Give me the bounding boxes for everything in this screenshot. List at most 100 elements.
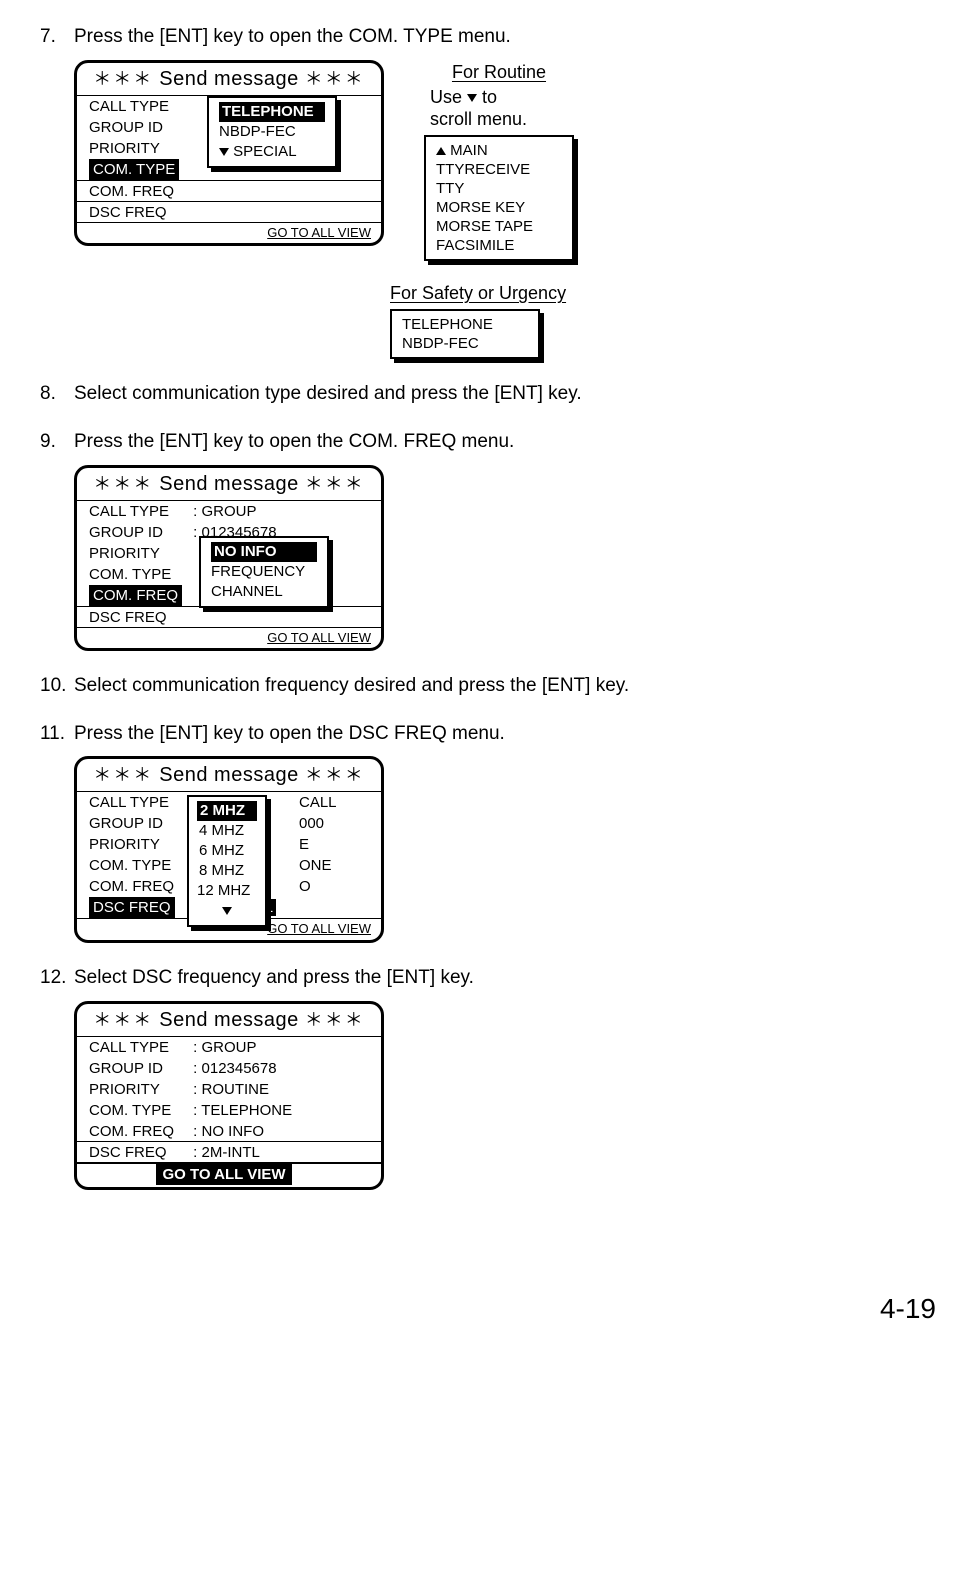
label-com-type: COM. TYPE	[89, 855, 189, 876]
panel-title: ＊＊＊ Send message ＊＊＊	[77, 1004, 381, 1034]
option-channel[interactable]: CHANNEL	[211, 582, 317, 602]
value-priority: : ROUTINE	[193, 1081, 269, 1098]
chevron-down-icon	[222, 907, 232, 915]
figure-step-11: ＊＊＊ Send message ＊＊＊ CALL TYPECALL GROUP…	[74, 756, 936, 943]
step-8: 8. Select communication type desired and…	[40, 381, 936, 407]
option-nbdp-fec[interactable]: NBDP-FEC	[219, 122, 325, 142]
lcd-summary: ＊＊＊ Send message ＊＊＊ CALL TYPE : GROUP G…	[74, 1001, 384, 1190]
label-com-freq: COM. FREQ	[89, 181, 189, 202]
label-priority: PRIORITY	[89, 543, 189, 564]
menu-main[interactable]: MAIN	[436, 141, 562, 160]
option-special[interactable]: SPECIAL	[219, 142, 325, 162]
value-com-type: : TELEPHONE	[193, 1102, 292, 1119]
scroll-note: Use to scroll menu.	[430, 86, 574, 131]
label-com-freq-selected[interactable]: COM. FREQ	[89, 585, 182, 606]
step-7: 7. Press the [ENT] key to open the COM. …	[40, 24, 936, 359]
value-dsc-freq: : 2M-INTL	[193, 1144, 260, 1161]
menu-morse-key[interactable]: MORSE KEY	[436, 198, 562, 217]
value-group-id: : 012345678	[193, 1060, 276, 1077]
step-text: Press the [ENT] key to open the COM. FRE…	[74, 429, 514, 455]
step-text: Select communication type desired and pr…	[74, 381, 582, 407]
step-text: Press the [ENT] key to open the DSC FREQ…	[74, 721, 505, 747]
step-number: 10.	[40, 673, 74, 699]
label-priority: PRIORITY	[89, 834, 189, 855]
value-call-type: : GROUP	[193, 503, 256, 520]
safety-header: For Safety or Urgency	[390, 281, 936, 305]
label-group-id: GROUP ID	[89, 522, 189, 543]
routine-aside: For Routine Use to scroll menu. MAIN TTY…	[424, 60, 574, 261]
panel-title: ＊＊＊ Send message ＊＊＊	[77, 468, 381, 498]
label-group-id: GROUP ID	[89, 117, 189, 138]
step-number: 11.	[40, 721, 74, 747]
menu-telephone[interactable]: TELEPHONE	[402, 315, 528, 334]
menu-morse-tape[interactable]: MORSE TAPE	[436, 217, 562, 236]
step-9: 9. Press the [ENT] key to open the COM. …	[40, 429, 936, 651]
page-number: 4-19	[40, 1290, 936, 1328]
chevron-down-icon	[467, 94, 477, 102]
option-6mhz[interactable]: 6 MHZ	[197, 841, 257, 861]
chevron-down-icon	[219, 148, 229, 156]
label-priority: PRIORITY	[89, 138, 189, 159]
step-10: 10. Select communication frequency desir…	[40, 673, 936, 699]
step-11: 11. Press the [ENT] key to open the DSC …	[40, 721, 936, 943]
routine-header: For Routine	[424, 60, 574, 84]
option-8mhz[interactable]: 8 MHZ	[197, 861, 257, 881]
go-to-all-view-selected[interactable]: GO TO ALL VIEW	[77, 1163, 381, 1187]
label-dsc-freq: DSC FREQ	[89, 1142, 189, 1163]
safety-menu: TELEPHONE NBDP-FEC	[390, 309, 540, 359]
menu-tty[interactable]: TTY	[436, 179, 562, 198]
menu-nbdp-fec[interactable]: NBDP-FEC	[402, 334, 528, 353]
option-12mhz[interactable]: 12 MHZ	[197, 881, 257, 901]
value-call-type: : GROUP	[193, 1039, 256, 1056]
label-call-type: CALL TYPE	[89, 96, 189, 117]
label-com-type: COM. TYPE	[89, 1100, 189, 1121]
safety-aside: For Safety or Urgency TELEPHONE NBDP-FEC	[390, 281, 936, 359]
chevron-up-icon	[436, 147, 446, 155]
partial-000: 000	[299, 815, 324, 832]
step-text: Select DSC frequency and press the [ENT]…	[74, 965, 474, 991]
lcd-com-type: ＊＊＊ Send message ＊＊＊ CALL TYPE GROUP ID …	[74, 60, 384, 247]
lcd-com-freq: ＊＊＊ Send message ＊＊＊ CALL TYPE : GROUP G…	[74, 465, 384, 652]
step-text: Press the [ENT] key to open the COM. TYP…	[74, 24, 511, 50]
partial-o: O	[299, 878, 311, 895]
step-number: 7.	[40, 24, 74, 50]
go-to-all-view[interactable]: GO TO ALL VIEW	[77, 627, 381, 649]
option-2mhz[interactable]: 2 MHZ	[197, 801, 257, 821]
label-call-type: CALL TYPE	[89, 1037, 189, 1058]
partial-call: CALL	[299, 794, 337, 811]
step-text: Select communication frequency desired a…	[74, 673, 629, 699]
label-dsc-freq: DSC FREQ	[89, 607, 189, 628]
label-com-type-selected[interactable]: COM. TYPE	[89, 159, 179, 180]
step-number: 8.	[40, 381, 74, 407]
label-call-type: CALL TYPE	[89, 501, 189, 522]
label-com-type: COM. TYPE	[89, 564, 189, 585]
menu-ttyreceive[interactable]: TTYRECEIVE	[436, 160, 562, 179]
partial-one: ONE	[299, 857, 332, 874]
option-4mhz[interactable]: 4 MHZ	[197, 821, 257, 841]
value-com-freq: : NO INFO	[193, 1123, 264, 1140]
instruction-list: 7. Press the [ENT] key to open the COM. …	[40, 24, 936, 1190]
option-no-info[interactable]: NO INFO	[211, 542, 317, 562]
partial-e: E	[299, 836, 309, 853]
label-dsc-freq-selected[interactable]: DSC FREQ	[89, 897, 175, 918]
panel-title: ＊＊＊ Send message ＊＊＊	[77, 759, 381, 789]
label-com-freq: COM. FREQ	[89, 876, 189, 897]
option-telephone[interactable]: TELEPHONE	[219, 102, 325, 122]
lcd-dsc-freq: ＊＊＊ Send message ＊＊＊ CALL TYPECALL GROUP…	[74, 756, 384, 943]
panel-title: ＊＊＊ Send message ＊＊＊	[77, 63, 381, 93]
label-call-type: CALL TYPE	[89, 792, 189, 813]
label-group-id: GROUP ID	[89, 1058, 189, 1079]
routine-menu: MAIN TTYRECEIVE TTY MORSE KEY MORSE TAPE…	[424, 135, 574, 261]
figure-step-7: ＊＊＊ Send message ＊＊＊ CALL TYPE GROUP ID …	[74, 60, 936, 261]
label-priority: PRIORITY	[89, 1079, 189, 1100]
step-12: 12. Select DSC frequency and press the […	[40, 965, 936, 1190]
go-to-all-view[interactable]: GO TO ALL VIEW	[77, 222, 381, 244]
menu-facsimile[interactable]: FACSIMILE	[436, 236, 562, 255]
com-type-popup: TELEPHONE NBDP-FEC SPECIAL	[207, 96, 337, 168]
dsc-freq-popup: 2 MHZ 4 MHZ 6 MHZ 8 MHZ 12 MHZ	[187, 795, 267, 927]
option-more[interactable]	[197, 901, 257, 921]
label-com-freq: COM. FREQ	[89, 1121, 189, 1142]
option-frequency[interactable]: FREQUENCY	[211, 562, 317, 582]
com-freq-popup: NO INFO FREQUENCY CHANNEL	[199, 536, 329, 608]
step-number: 9.	[40, 429, 74, 455]
